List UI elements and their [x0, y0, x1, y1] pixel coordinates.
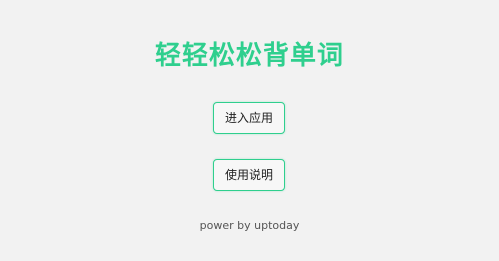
enter-app-button[interactable]: 进入应用 [213, 102, 285, 134]
footer-credit: power by uptoday [199, 219, 300, 232]
app-title: 轻轻松松背单词 [154, 41, 344, 71]
instructions-button[interactable]: 使用说明 [213, 159, 285, 191]
